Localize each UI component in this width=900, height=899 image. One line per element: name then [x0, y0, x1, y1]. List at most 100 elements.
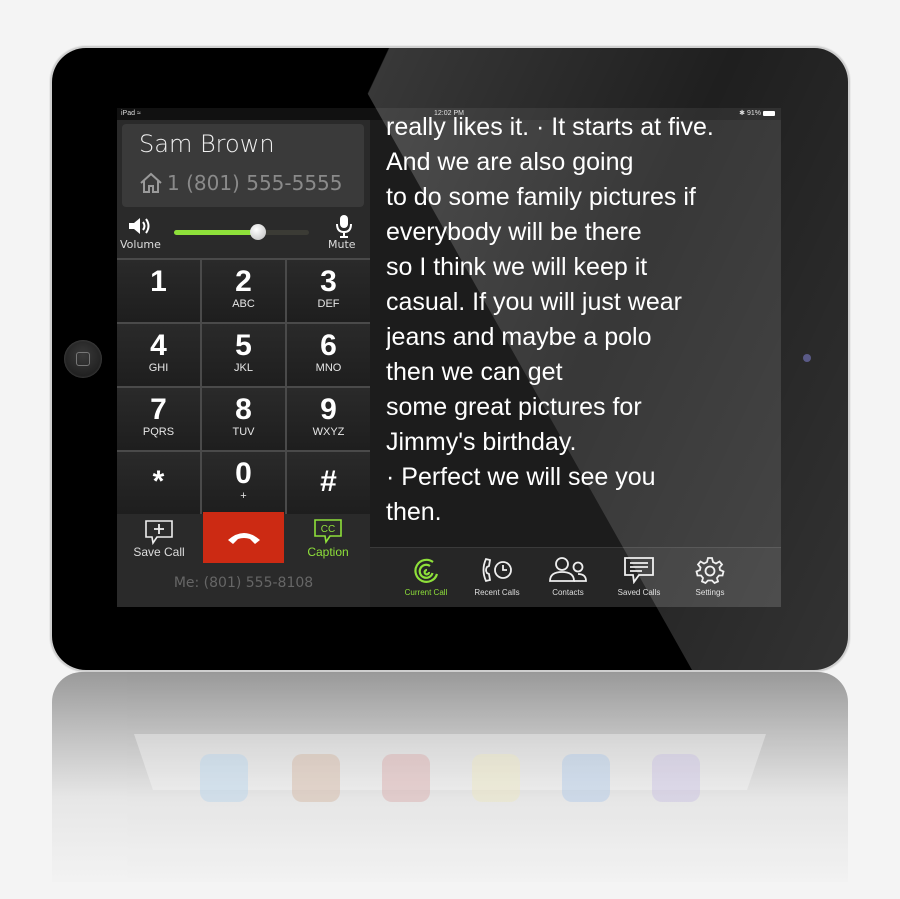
- key-letters: DEF: [317, 298, 340, 310]
- caption-line: so I think we will keep it: [386, 253, 648, 281]
- tab-label: Saved Calls: [617, 588, 661, 597]
- key-digit: 7: [150, 393, 167, 426]
- key-digit: 2: [235, 265, 252, 298]
- volume-slider-thumb[interactable]: [249, 224, 266, 240]
- caption-button[interactable]: CC Caption: [286, 512, 370, 564]
- contacts-icon: [528, 556, 608, 584]
- key-letters: PQRS: [142, 426, 175, 438]
- contact-name: Sam Brown: [139, 130, 275, 158]
- keypad-key[interactable]: *: [117, 452, 200, 514]
- reflection-app-icon: [382, 754, 430, 802]
- caption-line: casual. If you will just wear: [386, 288, 682, 316]
- tab-label: Settings: [695, 588, 725, 597]
- save-call-icon: [145, 520, 173, 545]
- reflection-app-icon: [652, 754, 700, 802]
- home-button[interactable]: [64, 340, 102, 378]
- home-button-square-icon: [76, 352, 90, 366]
- caption-line: some great pictures for: [386, 393, 642, 421]
- key-digit: 6: [320, 329, 337, 362]
- contact-phone: 1 (801) 555-5555: [139, 171, 343, 195]
- current-call-icon: [386, 556, 466, 584]
- key-digit: *: [152, 465, 165, 498]
- key-letters: ABC: [232, 298, 255, 310]
- keypad-key[interactable]: 2 ABC: [202, 260, 285, 322]
- tab-label: Recent Calls: [474, 588, 520, 597]
- key-letters: WXYZ: [312, 426, 345, 438]
- speaker-icon[interactable]: [127, 216, 153, 236]
- key-digit: 5: [235, 329, 252, 362]
- key-digit: 4: [150, 329, 167, 362]
- call-panel: Sam Brown 1 (801) 555-5555 Volume Mute 1…: [117, 120, 370, 607]
- caption-line: to do some family pictures if: [386, 183, 696, 211]
- reflection-app-icon: [200, 754, 248, 802]
- keypad-key[interactable]: 4 GHI: [117, 324, 200, 386]
- end-call-icon: [228, 533, 260, 544]
- tab-bar: Current Call Recent Calls Contacts Saved Ca…: [370, 547, 781, 607]
- home-icon: [140, 172, 162, 193]
- caption-line: And we are also going: [386, 148, 634, 176]
- tab-label: Current Call: [404, 588, 448, 597]
- key-letters: JKL: [234, 362, 253, 374]
- screen: iPad ≈ 12:02 PM ✱ 91% Sam Brown 1 (801) …: [117, 108, 781, 607]
- keypad-key[interactable]: 8 TUV: [202, 388, 285, 450]
- caption-line: everybody will be there: [386, 218, 642, 246]
- key-letters: GHI: [148, 362, 169, 374]
- caption-cc-icon: CC: [314, 519, 342, 545]
- call-actions: Save Call CC Caption: [117, 512, 370, 564]
- end-call-button[interactable]: [203, 512, 284, 563]
- saved-calls-icon: [599, 556, 679, 584]
- key-digit: 3: [320, 265, 337, 298]
- caption-transcript[interactable]: really likes it. · It starts at five. And…: [386, 110, 776, 536]
- reflection-app-icon: [472, 754, 520, 802]
- tab-current-call[interactable]: Current Call: [386, 556, 466, 597]
- caption-line: then.: [386, 498, 442, 526]
- caption-line: then we can get: [386, 358, 563, 386]
- key-digit: 0: [235, 457, 252, 490]
- caption-line: Jimmy's birthday.: [386, 428, 577, 456]
- save-call-label: Save Call: [133, 545, 185, 559]
- volume-slider[interactable]: [174, 224, 309, 240]
- recent-calls-icon: [457, 556, 537, 584]
- keypad-key[interactable]: 1: [117, 260, 200, 322]
- key-letters: TUV: [232, 426, 255, 438]
- microphone-icon[interactable]: [336, 214, 352, 238]
- volume-label: Volume: [120, 238, 161, 251]
- keypad-key[interactable]: 5 JKL: [202, 324, 285, 386]
- reflection-app-icon: [562, 754, 610, 802]
- dial-keypad: 1 2 ABC 3 DEF 4 GHI 5 JKL 6 MNO 7 PQRS 8 TUV 9 WXYZ * 0 + #: [117, 258, 370, 514]
- key-digit: 9: [320, 393, 337, 426]
- key-digit: 1: [150, 265, 167, 298]
- device-reflection: [52, 672, 848, 882]
- keypad-key[interactable]: #: [287, 452, 370, 514]
- save-call-button[interactable]: Save Call: [117, 512, 201, 564]
- tab-contacts[interactable]: Contacts: [528, 556, 608, 597]
- volume-controls: Volume Mute: [117, 210, 370, 260]
- caption-line: really likes it. · It starts at five.: [386, 113, 714, 141]
- ipad-device: iPad ≈ 12:02 PM ✱ 91% Sam Brown 1 (801) …: [52, 48, 848, 670]
- keypad-key[interactable]: 0 +: [202, 452, 285, 514]
- svg-text:CC: CC: [321, 524, 335, 535]
- tab-recent-calls[interactable]: Recent Calls: [457, 556, 537, 597]
- key-digit: 8: [235, 393, 252, 426]
- key-letters: MNO: [315, 362, 342, 374]
- keypad-key[interactable]: 7 PQRS: [117, 388, 200, 450]
- contact-card: Sam Brown 1 (801) 555-5555: [122, 124, 364, 207]
- caption-label: Caption: [307, 545, 349, 559]
- keypad-key[interactable]: 6 MNO: [287, 324, 370, 386]
- reflection-app-icon: [292, 754, 340, 802]
- volume-slider-fill: [174, 230, 258, 235]
- my-number: Me: (801) 555-8108: [173, 575, 314, 591]
- caption-line: · Perfect we will see you: [386, 463, 656, 491]
- key-letters: +: [240, 490, 247, 502]
- tab-saved-calls[interactable]: Saved Calls: [599, 556, 679, 597]
- caption-line: jeans and maybe a polo: [386, 323, 652, 351]
- tab-label: Contacts: [552, 588, 584, 597]
- mute-label: Mute: [328, 238, 356, 251]
- tab-settings[interactable]: Settings: [670, 556, 750, 597]
- keypad-key[interactable]: 3 DEF: [287, 260, 370, 322]
- key-digit: #: [320, 465, 337, 498]
- gear-icon: [670, 556, 750, 584]
- keypad-key[interactable]: 9 WXYZ: [287, 388, 370, 450]
- caption-panel: really likes it. · It starts at five. And…: [370, 113, 781, 607]
- front-camera: [803, 354, 811, 362]
